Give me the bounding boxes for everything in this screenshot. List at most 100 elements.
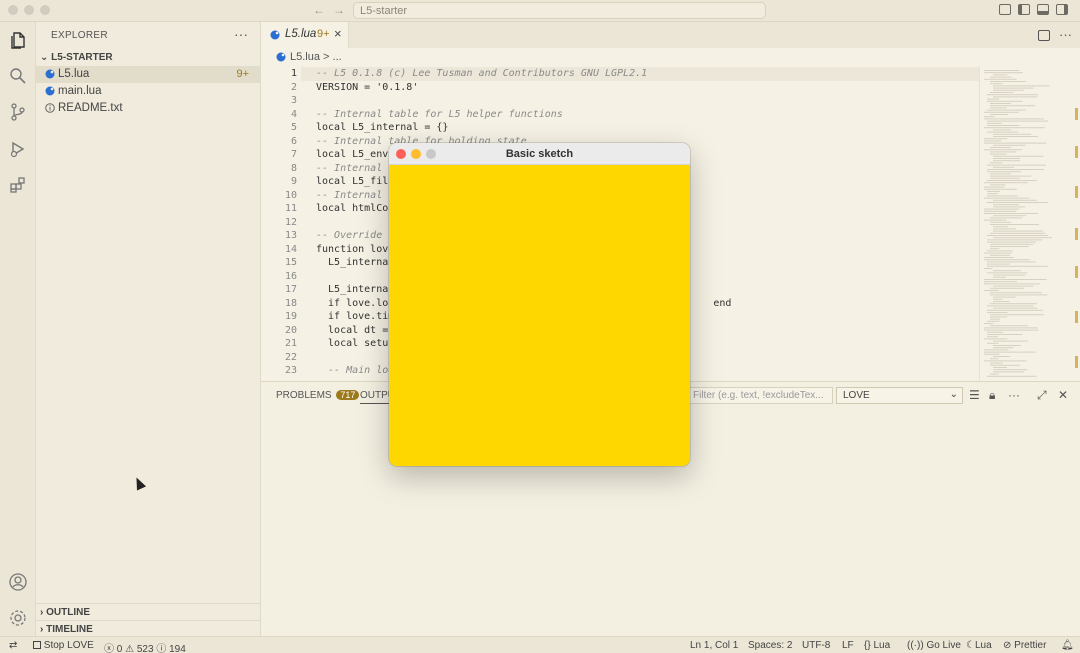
explorer-icon[interactable]: [8, 30, 28, 50]
forward-arrow-icon[interactable]: →: [333, 3, 345, 17]
minimap-warning-marker: [1075, 146, 1078, 158]
close-window-button[interactable]: [8, 5, 18, 15]
search-icon[interactable]: [8, 66, 28, 86]
code-text: -- Main loop: [316, 365, 401, 376]
minimap[interactable]: [979, 66, 1080, 381]
line-number: 6: [290, 135, 297, 147]
toggle-secondary-sidebar-icon[interactable]: [1056, 4, 1068, 15]
account-icon[interactable]: [8, 572, 28, 592]
remote-icon[interactable]: ⇄: [9, 640, 17, 651]
info-icon: [45, 103, 55, 113]
chevron-right-icon: ›: [40, 607, 44, 618]
code-line[interactable]: 2 VERSION = '0.1.8': [261, 81, 979, 95]
file-item-main-lua[interactable]: main.lua: [36, 83, 261, 100]
outline-section[interactable]: › OUTLINE: [36, 603, 261, 620]
close-window-button[interactable]: [396, 149, 406, 159]
code-text: local setupC: [316, 338, 401, 349]
run-debug-icon[interactable]: [8, 139, 28, 159]
command-center[interactable]: L5-starter: [353, 2, 766, 19]
breadcrumb-file[interactable]: L5.lua: [290, 51, 320, 63]
line-number: 5: [290, 122, 297, 133]
tab-label: L5.lua: [285, 28, 317, 40]
line-number: 21: [284, 338, 297, 349]
zoom-window-button[interactable]: [40, 5, 50, 15]
tab-problem-badge: 9+: [317, 28, 330, 40]
tab-problems[interactable]: PROBLEMS 717: [276, 390, 360, 401]
back-arrow-icon[interactable]: ←: [313, 3, 325, 17]
warning-count: 523: [136, 644, 154, 653]
braces-icon: {}: [864, 640, 871, 651]
line-number: 10: [284, 189, 297, 201]
prettier-status[interactable]: ⊘ Prettier: [1003, 640, 1046, 651]
line-number: 13: [284, 230, 297, 241]
outline-label: OUTLINE: [46, 607, 91, 618]
code-line[interactable]: 1 -- L5 0.1.8 (c) Lee Tusman and Contribu…: [261, 67, 979, 81]
minimap-warning-marker: [1075, 356, 1078, 368]
tab-l5-lua[interactable]: L5.lua 9+ ×: [261, 22, 349, 48]
minimize-window-button[interactable]: [411, 149, 421, 159]
love-sketch-window[interactable]: Basic sketch: [389, 143, 690, 466]
encoding[interactable]: UTF-8: [802, 640, 830, 651]
output-filter-input[interactable]: Filter (e.g. text, !excludeTex...: [688, 387, 833, 404]
file-name: L5.lua: [58, 68, 90, 80]
stop-love-button[interactable]: Stop LOVE: [33, 640, 94, 651]
channel-value: LOVE: [843, 390, 870, 401]
indentation[interactable]: Spaces: 2: [748, 640, 792, 651]
line-number: 3: [290, 95, 297, 106]
code-text: -- Internal ta: [316, 162, 401, 174]
status-bar: ⇄ Stop LOVE ⓧ 0 ⚠ 523 ⓘ 194 Ln 1, Col 1 …: [0, 636, 1080, 653]
code-text: L5_internal.: [316, 284, 401, 295]
language-mode[interactable]: {} Lua: [864, 640, 890, 651]
file-item-readme[interactable]: README.txt: [36, 100, 261, 117]
cursor-position[interactable]: Ln 1, Col 1: [690, 640, 738, 651]
chevron-down-icon: ⌄: [949, 389, 958, 400]
settings-gear-icon[interactable]: [8, 608, 28, 628]
go-live-button[interactable]: ((·)) Go Live: [907, 640, 961, 651]
minimize-window-button[interactable]: [24, 5, 34, 15]
problems-status[interactable]: ⓧ 0 ⚠ 523 ⓘ 194: [104, 640, 186, 653]
problems-count-badge: 717: [336, 390, 360, 400]
minimap-warning-marker: [1075, 228, 1078, 240]
lua-icon: [276, 52, 286, 62]
end-of-line[interactable]: LF: [842, 640, 854, 651]
file-item-l5-lua[interactable]: L5.lua 9+: [36, 66, 261, 83]
code-line[interactable]: 4 -- Internal table for L5 helper functio…: [261, 108, 979, 122]
lua-icon: [270, 30, 280, 40]
breadcrumb-more[interactable]: > ...: [323, 51, 342, 63]
list-filter-icon[interactable]: ☰: [969, 388, 980, 402]
maximize-panel-icon[interactable]: ⤢: [1037, 388, 1047, 403]
line-number: 4: [290, 108, 297, 120]
toggle-panel-icon[interactable]: [1037, 4, 1049, 15]
lock-icon[interactable]: 🔒︎: [989, 388, 995, 403]
love-window-titlebar[interactable]: Basic sketch: [389, 143, 690, 165]
zoom-window-button[interactable]: [426, 149, 436, 159]
lua-status[interactable]: ☾Lua: [966, 640, 992, 651]
customize-layout-icon[interactable]: [999, 4, 1011, 15]
panel-more-icon[interactable]: ···: [1008, 388, 1020, 402]
warning-icon: ⚠: [125, 644, 135, 653]
code-line[interactable]: 5 local L5_internal = {}: [261, 121, 979, 135]
more-actions-icon[interactable]: ···: [234, 26, 248, 42]
close-panel-icon[interactable]: ✕: [1058, 388, 1068, 402]
close-tab-icon[interactable]: ×: [334, 26, 342, 41]
code-text: -- L5 0.1.8 (c) Lee Tusman and Contribut…: [316, 68, 648, 79]
broadcast-icon: ((·)): [907, 640, 924, 651]
timeline-section[interactable]: › TIMELINE: [36, 620, 261, 637]
code-line[interactable]: 3: [261, 94, 979, 108]
code-text: -- Internal table for L5 helper function…: [316, 108, 563, 120]
folder-header[interactable]: ⌄ L5-STARTER: [36, 49, 261, 67]
notifications-bell-icon[interactable]: 🔔︎: [1061, 640, 1074, 651]
minimap-warning-marker: [1075, 186, 1078, 198]
sketch-canvas[interactable]: [389, 165, 690, 466]
code-text: local L5_filte: [316, 176, 401, 187]
filter-placeholder: Filter (e.g. text, !excludeTex...: [693, 390, 824, 401]
split-editor-icon[interactable]: [1038, 30, 1050, 41]
editor-more-icon[interactable]: ···: [1059, 27, 1072, 42]
toggle-sidebar-icon[interactable]: [1018, 4, 1030, 15]
problems-label: PROBLEMS: [276, 390, 332, 401]
extensions-icon[interactable]: [8, 175, 28, 195]
output-channel-select[interactable]: LOVE ⌄: [836, 387, 963, 404]
line-number: 22: [284, 351, 297, 363]
minimap-warning-marker: [1075, 108, 1078, 120]
source-control-icon[interactable]: [8, 102, 28, 122]
